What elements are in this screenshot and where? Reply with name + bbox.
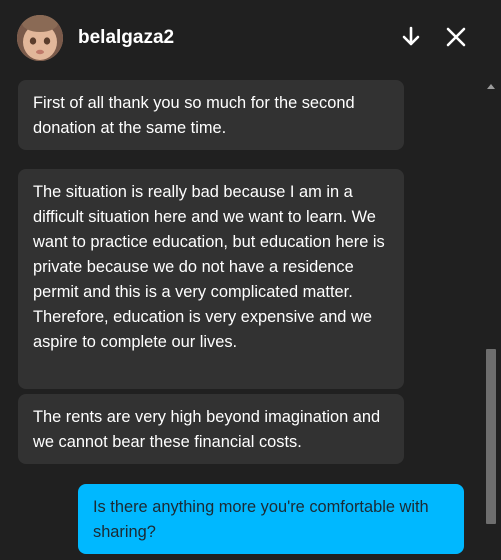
arrow-down-icon[interactable] bbox=[396, 22, 426, 52]
outgoing-message: Is there anything more you're comfortabl… bbox=[78, 484, 464, 554]
user-avatar-icon[interactable] bbox=[17, 15, 63, 61]
scrollbar[interactable] bbox=[481, 78, 501, 560]
message-list[interactable]: First of all thank you so much for the s… bbox=[0, 78, 481, 560]
chat-header: belalgaza2 bbox=[0, 0, 501, 78]
chat-window: belalgaza2 First of all thank you so muc… bbox=[0, 0, 501, 560]
incoming-message: First of all thank you so much for the s… bbox=[18, 80, 404, 150]
scrollbar-thumb[interactable] bbox=[486, 349, 496, 524]
incoming-message: The situation is really bad because I am… bbox=[18, 169, 404, 389]
incoming-message: The rents are very high beyond imaginati… bbox=[18, 394, 404, 464]
chat-username[interactable]: belalgaza2 bbox=[78, 26, 174, 50]
close-icon[interactable] bbox=[441, 22, 471, 52]
scroll-up-arrow-icon[interactable] bbox=[487, 84, 495, 89]
